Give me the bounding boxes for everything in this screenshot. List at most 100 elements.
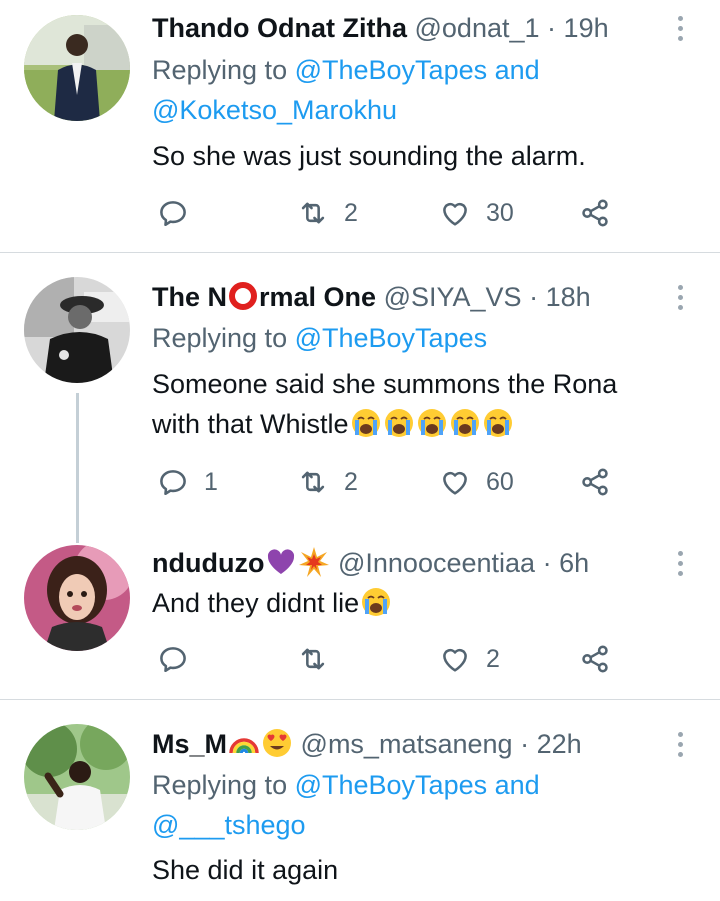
tweet-header: The N rmal One @SIYA_VS · 18h bbox=[152, 277, 660, 317]
reply-mention-link[interactable]: @TheBoyTapes and bbox=[295, 55, 540, 85]
retweet-icon bbox=[301, 202, 325, 224]
tweet-header: Ms_M @ms_matsaneng · 22h bbox=[152, 724, 660, 764]
thread-line bbox=[76, 393, 79, 543]
heart-icon bbox=[443, 648, 467, 672]
display-name-text: nduduzo bbox=[152, 548, 265, 578]
like-button[interactable]: 2 bbox=[438, 641, 500, 677]
retweet-icon bbox=[301, 648, 325, 670]
timestamp[interactable]: 6h bbox=[559, 548, 589, 578]
avatar[interactable] bbox=[24, 545, 130, 651]
tweet-actions: 1 2 60 bbox=[152, 464, 632, 500]
more-icon[interactable] bbox=[670, 279, 690, 315]
tweet-text-line: Someone said she summons the Rona bbox=[152, 369, 618, 399]
purple-heart-emoji bbox=[265, 546, 297, 578]
red-circle-emoji bbox=[228, 281, 258, 311]
tweet-3[interactable]: nduduzo @Innooceentiaa · 6h And they did… bbox=[0, 523, 720, 699]
separator-dot: · bbox=[542, 548, 552, 578]
tweet-text: She did it again bbox=[152, 855, 339, 885]
like-count: 60 bbox=[486, 467, 514, 496]
replying-to-line2: @___tshego bbox=[152, 805, 306, 845]
replying-to: Replying to @TheBoyTapes and bbox=[152, 50, 540, 90]
user-handle[interactable]: @Innooceentiaa bbox=[338, 548, 535, 578]
retweet-button[interactable] bbox=[296, 641, 330, 677]
replying-to: Replying to @TheBoyTapes bbox=[152, 318, 487, 358]
reply-button[interactable]: 1 bbox=[156, 464, 218, 500]
rainbow-emoji bbox=[228, 727, 260, 759]
like-count: 2 bbox=[486, 644, 500, 673]
crying-face-emoji bbox=[449, 407, 481, 439]
tweet-4[interactable]: Ms_M @ms_matsaneng · 22h Replying to @Th… bbox=[0, 700, 720, 901]
retweet-icon bbox=[301, 471, 325, 493]
share-button[interactable] bbox=[578, 195, 612, 231]
reply-button[interactable] bbox=[156, 195, 190, 231]
separator-dot: · bbox=[547, 13, 557, 43]
heart-eyes-emoji bbox=[261, 727, 293, 759]
crying-face-emoji bbox=[383, 407, 415, 439]
display-name-text: Ms_M bbox=[152, 729, 228, 759]
crying-face-emoji bbox=[416, 407, 448, 439]
retweet-count: 2 bbox=[344, 467, 358, 496]
share-button[interactable] bbox=[578, 641, 612, 677]
reply-mention-link[interactable]: @___tshego bbox=[152, 810, 306, 840]
display-name-part: The N bbox=[152, 282, 228, 312]
tweet-text: Someone said she summons the Rona with t… bbox=[152, 364, 690, 444]
reply-icon bbox=[160, 201, 186, 227]
share-button[interactable] bbox=[578, 464, 612, 500]
tweet-text: So she was just sounding the alarm. bbox=[152, 141, 586, 171]
separator-dot: · bbox=[529, 282, 539, 312]
tweet-text: And they didnt lie bbox=[152, 583, 690, 623]
timestamp[interactable]: 18h bbox=[546, 282, 591, 312]
reply-button[interactable] bbox=[156, 641, 190, 677]
avatar[interactable] bbox=[24, 15, 130, 121]
replying-to: Replying to @TheBoyTapes and bbox=[152, 765, 540, 805]
replying-to-label: Replying to bbox=[152, 55, 295, 85]
separator-dot: · bbox=[520, 729, 530, 759]
display-name[interactable]: The N rmal One bbox=[152, 282, 376, 312]
crying-face-emoji bbox=[360, 586, 392, 618]
tweet-2[interactable]: The N rmal One @SIYA_VS · 18h Replying to… bbox=[0, 253, 720, 543]
tweet-1[interactable]: Thando Odnat Zitha @odnat_1 · 19h Replyi… bbox=[0, 0, 720, 252]
tweet-text-part: with that Whistle bbox=[152, 409, 349, 439]
more-icon[interactable] bbox=[670, 726, 690, 762]
reply-mention-link[interactable]: @TheBoyTapes bbox=[295, 323, 488, 353]
reply-mention-link[interactable]: @Koketso_Marokhu bbox=[152, 95, 397, 125]
more-icon[interactable] bbox=[670, 545, 690, 581]
like-count: 30 bbox=[486, 198, 514, 227]
avatar[interactable] bbox=[24, 724, 130, 830]
timestamp[interactable]: 22h bbox=[537, 729, 582, 759]
user-handle[interactable]: @ms_matsaneng bbox=[301, 729, 513, 759]
reply-mention-link[interactable]: @TheBoyTapes and bbox=[295, 770, 540, 800]
crying-face-emoji bbox=[350, 407, 382, 439]
retweet-button[interactable]: 2 bbox=[296, 464, 358, 500]
tweet-header: nduduzo @Innooceentiaa · 6h bbox=[152, 543, 660, 583]
display-name[interactable]: Ms_M bbox=[152, 729, 293, 759]
user-handle[interactable]: @SIYA_VS bbox=[384, 282, 522, 312]
share-icon bbox=[582, 645, 608, 673]
share-icon bbox=[582, 468, 608, 496]
retweet-button[interactable]: 2 bbox=[296, 195, 358, 231]
replying-to-line2: @Koketso_Marokhu bbox=[152, 90, 397, 130]
crying-face-emoji bbox=[482, 407, 514, 439]
avatar[interactable] bbox=[24, 277, 130, 383]
like-button[interactable]: 60 bbox=[438, 464, 514, 500]
like-button[interactable]: 30 bbox=[438, 195, 514, 231]
heart-icon bbox=[443, 471, 467, 495]
retweet-count: 2 bbox=[344, 198, 358, 227]
share-icon bbox=[582, 199, 608, 227]
tweet-actions: 2 30 bbox=[152, 195, 632, 231]
tweet-text-line: with that Whistle bbox=[152, 404, 690, 444]
heart-icon bbox=[443, 202, 467, 226]
collision-emoji bbox=[298, 546, 330, 578]
replying-to-label: Replying to bbox=[152, 323, 295, 353]
user-handle[interactable]: @odnat_1 bbox=[415, 13, 540, 43]
reply-icon bbox=[160, 647, 186, 673]
timestamp[interactable]: 19h bbox=[564, 13, 609, 43]
display-name[interactable]: Thando Odnat Zitha bbox=[152, 13, 407, 43]
more-icon[interactable] bbox=[670, 10, 690, 46]
reply-count: 1 bbox=[204, 467, 218, 496]
replying-to-label: Replying to bbox=[152, 770, 295, 800]
tweet-header: Thando Odnat Zitha @odnat_1 · 19h bbox=[152, 8, 660, 48]
tweet-text-part: And they didnt lie bbox=[152, 588, 360, 618]
display-name-part: rmal One bbox=[259, 282, 377, 312]
display-name[interactable]: nduduzo bbox=[152, 546, 330, 578]
